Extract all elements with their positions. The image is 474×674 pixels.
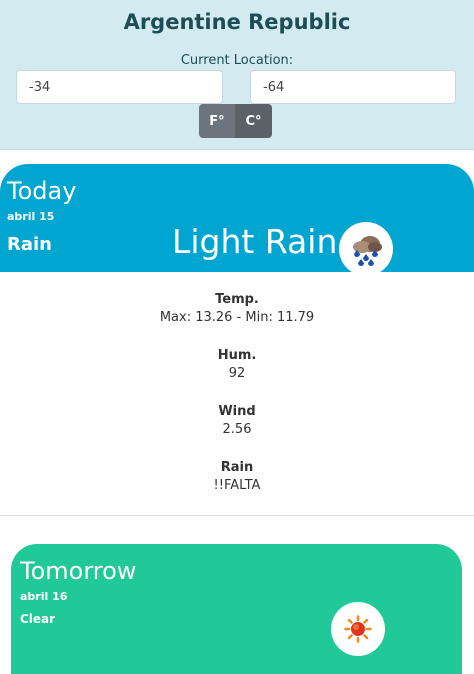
today-weather-description: Light Rain bbox=[172, 222, 338, 261]
today-details: Temp. Max: 13.26 - Min: 11.79 Hum. 92 Wi… bbox=[0, 272, 474, 516]
today-card-header: Today abril 15 Rain Light Rain bbox=[0, 164, 474, 276]
current-location-label: Current Location: bbox=[180, 53, 294, 68]
detail-rain: Rain !!FALTA bbox=[0, 460, 474, 493]
detail-label: Temp. bbox=[215, 292, 259, 307]
today-weather-main: Rain bbox=[7, 234, 52, 255]
detail-value: !!FALTA bbox=[213, 478, 261, 493]
location-header: Argentine Republic Current Location: -34… bbox=[0, 0, 474, 150]
detail-wind: Wind 2.56 bbox=[0, 404, 474, 437]
today-title: Today bbox=[7, 177, 77, 205]
unit-toggle-group: F° C° bbox=[199, 104, 272, 138]
detail-value: Max: 13.26 - Min: 11.79 bbox=[159, 310, 315, 325]
detail-value: 92 bbox=[228, 366, 246, 381]
celsius-button[interactable]: C° bbox=[235, 104, 272, 138]
rain-cloud-icon bbox=[339, 222, 393, 276]
detail-label: Wind bbox=[218, 404, 256, 419]
country-title: Argentine Republic bbox=[123, 10, 351, 34]
sun-icon bbox=[331, 602, 385, 656]
detail-temp: Temp. Max: 13.26 - Min: 11.79 bbox=[0, 292, 474, 325]
tomorrow-weather-main: Clear bbox=[20, 612, 56, 626]
tomorrow-card-header: Tomorrow abril 16 Clear bbox=[11, 544, 462, 674]
detail-label: Hum. bbox=[217, 348, 257, 363]
longitude-input[interactable]: -64 bbox=[250, 70, 456, 104]
fahrenheit-button[interactable]: F° bbox=[199, 104, 235, 138]
detail-label: Rain bbox=[220, 460, 254, 475]
tomorrow-date: abril 16 bbox=[20, 590, 68, 603]
detail-value: 2.56 bbox=[222, 422, 252, 437]
tomorrow-title: Tomorrow bbox=[20, 557, 137, 585]
today-date: abril 15 bbox=[7, 210, 55, 223]
latitude-input[interactable]: -34 bbox=[16, 70, 223, 104]
detail-humidity: Hum. 92 bbox=[0, 348, 474, 381]
